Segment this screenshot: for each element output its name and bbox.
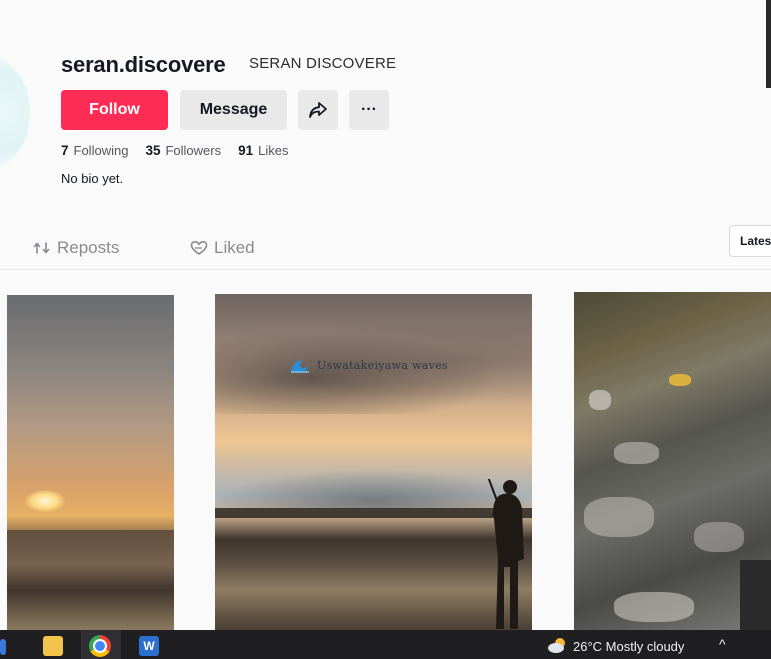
follow-button[interactable]: Follow xyxy=(61,90,168,130)
share-icon xyxy=(309,102,327,118)
stat-label: Following xyxy=(73,143,129,158)
tab-liked[interactable]: Liked xyxy=(190,238,255,258)
tab-reposts[interactable]: Reposts xyxy=(33,238,119,258)
video-thumbnail[interactable] xyxy=(7,295,174,630)
sun-glow xyxy=(25,490,65,512)
repost-icon xyxy=(33,242,50,254)
stat-value: 35 xyxy=(145,143,161,158)
profile-bio: No bio yet. xyxy=(61,171,124,186)
file-explorer-icon[interactable] xyxy=(43,636,63,656)
chrome-icon[interactable] xyxy=(89,635,111,657)
profile-tabs: Reposts Liked xyxy=(0,232,771,270)
share-button[interactable] xyxy=(298,90,338,130)
video-watermark: Uswatakeiyawa waves xyxy=(289,356,448,374)
sea-surface xyxy=(7,530,174,630)
stat-followers[interactable]: 35 Followers xyxy=(145,143,221,158)
rock xyxy=(694,522,744,552)
profile-username: seran.discovere xyxy=(61,52,226,77)
watermark-text: Uswatakeiyawa waves xyxy=(317,358,448,372)
stat-value: 7 xyxy=(61,143,69,158)
heart-outline-icon xyxy=(190,240,208,255)
fisherman-silhouette xyxy=(487,479,524,629)
word-icon[interactable]: W xyxy=(139,636,159,656)
stat-value: 91 xyxy=(238,143,254,158)
tab-label: Reposts xyxy=(57,238,120,257)
video-thumbnail[interactable] xyxy=(574,292,771,630)
weather-status[interactable]: 26°C Mostly cloudy xyxy=(573,639,684,654)
rock xyxy=(584,497,654,537)
tabs-divider xyxy=(0,269,771,270)
video-thumbnail[interactable]: Uswatakeiyawa waves xyxy=(215,294,532,630)
stat-label: Likes xyxy=(258,143,289,158)
tab-label: Liked xyxy=(214,238,255,257)
taskbar-app-icon[interactable] xyxy=(0,639,6,655)
profile-page: seran.discovere SERAN DISCOVERE Follow M… xyxy=(0,0,771,659)
sort-latest-button[interactable]: Lates xyxy=(729,225,771,257)
rock xyxy=(614,442,659,464)
partly-cloudy-icon[interactable] xyxy=(547,636,569,654)
rock xyxy=(589,390,611,410)
profile-nickname: SERAN DISCOVERE xyxy=(249,55,397,72)
rock xyxy=(614,592,694,622)
profile-stats: 7 Following 35 Followers 91 Likes xyxy=(61,143,305,158)
stat-label: Followers xyxy=(165,143,222,158)
windows-taskbar: W 26°C Mostly cloudy ^ xyxy=(0,630,771,659)
avatar[interactable] xyxy=(0,55,30,170)
stat-likes: 91 Likes xyxy=(238,143,288,158)
more-options-button[interactable]: ··· xyxy=(349,90,389,130)
message-button[interactable]: Message xyxy=(180,90,287,130)
window-edge xyxy=(766,0,771,88)
wave-icon xyxy=(291,360,309,373)
chevron-up-icon[interactable]: ^ xyxy=(719,636,726,652)
rock xyxy=(669,374,691,386)
stat-following[interactable]: 7 Following xyxy=(61,143,128,158)
overlay-block xyxy=(740,560,771,630)
